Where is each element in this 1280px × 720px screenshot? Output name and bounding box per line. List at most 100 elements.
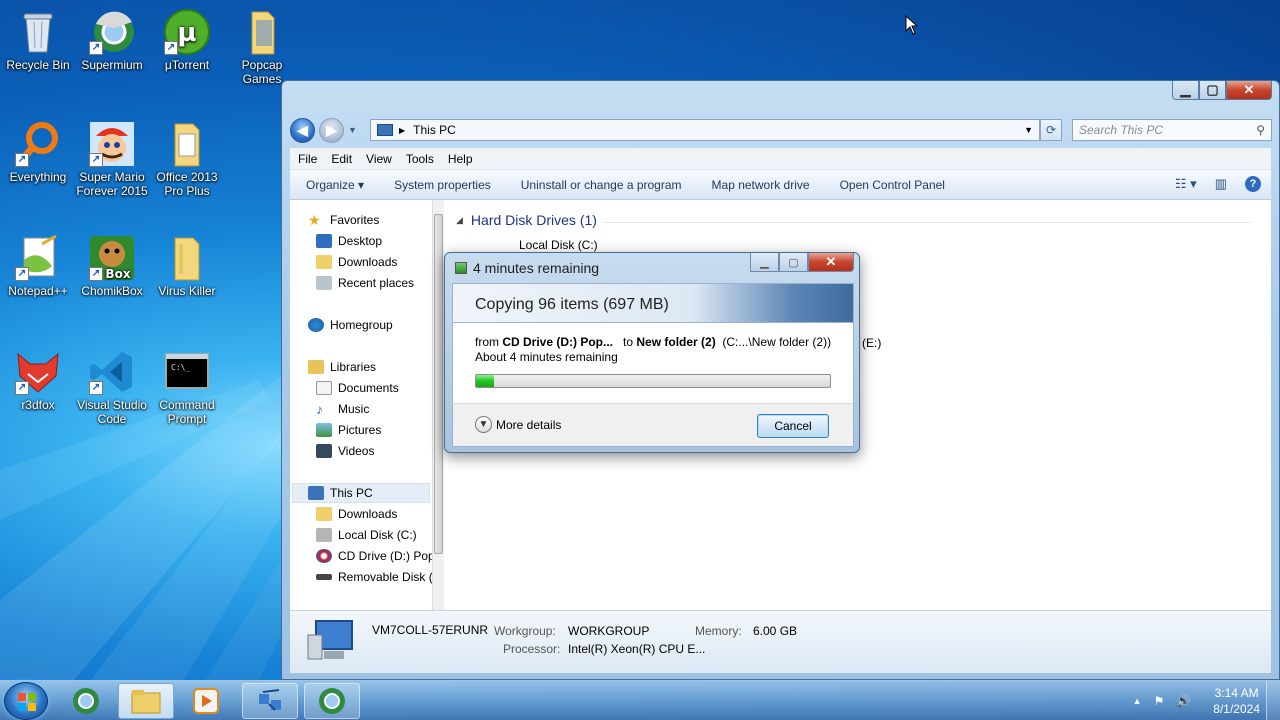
downloads-folder-icon bbox=[316, 507, 332, 521]
supermium-icon bbox=[319, 688, 345, 714]
shortcut-arrow-icon: ↗ bbox=[89, 381, 103, 395]
change-view-icon[interactable]: ☷ ▾ bbox=[1175, 176, 1197, 192]
dialog-maximize-button[interactable]: ▢ bbox=[779, 253, 808, 272]
breadcrumb-chevron-icon[interactable]: ▶ bbox=[399, 126, 405, 135]
details-pane: VM7COLL-57ERUNR Workgroup: WORKGROUP Mem… bbox=[290, 610, 1271, 673]
nav-homegroup[interactable]: Homegroup bbox=[308, 318, 393, 332]
desktop-icon-vscode[interactable]: ↗ Visual Studio Code bbox=[74, 348, 150, 426]
search-placeholder: Search This PC bbox=[1079, 123, 1164, 137]
dialog-minimize-button[interactable]: ▁ bbox=[750, 253, 779, 272]
menu-file[interactable]: File bbox=[298, 152, 317, 166]
menu-bar: File Edit View Tools Help bbox=[290, 148, 1271, 170]
system-properties-button[interactable]: System properties bbox=[394, 178, 491, 192]
nav-local-disk[interactable]: Local Disk (C:) bbox=[316, 528, 417, 542]
uninstall-program-button[interactable]: Uninstall or change a program bbox=[521, 178, 682, 192]
taskbar-media-player[interactable] bbox=[178, 683, 234, 719]
desktop-icon-command-prompt[interactable]: C:\_ Command Prompt bbox=[149, 348, 225, 426]
taskbar-app-network[interactable] bbox=[242, 683, 298, 719]
dialog-caption-buttons: ▁ ▢ ✕ bbox=[750, 253, 854, 272]
desktop-icon-chomikbox[interactable]: Box ↗ ChomikBox bbox=[74, 234, 150, 298]
map-network-drive-button[interactable]: Map network drive bbox=[712, 178, 810, 192]
navigation-pane: ★ Favorites Desktop Downloads Recent plac… bbox=[290, 200, 432, 610]
target-link[interactable]: New folder (2) bbox=[636, 335, 715, 349]
help-icon[interactable]: ? bbox=[1245, 176, 1261, 192]
recent-pages-chevron-icon[interactable]: ▼ bbox=[348, 125, 357, 135]
dialog-close-button[interactable]: ✕ bbox=[808, 253, 854, 272]
drive-local-disk[interactable]: Local Disk (C:) bbox=[519, 238, 598, 252]
cancel-button[interactable]: Cancel bbox=[757, 414, 829, 438]
action-center-flag-icon[interactable]: ⚑ bbox=[1154, 694, 1165, 708]
nav-label: CD Drive (D:) Pop bbox=[338, 549, 432, 563]
forward-button[interactable]: ▶ bbox=[319, 117, 344, 143]
open-control-panel-button[interactable]: Open Control Panel bbox=[840, 178, 945, 192]
show-hidden-icons-icon[interactable]: ▲ bbox=[1133, 696, 1142, 706]
clock[interactable]: 3:14 AM 8/1/2024 bbox=[1213, 685, 1260, 717]
nav-label: Libraries bbox=[330, 360, 377, 374]
start-button[interactable] bbox=[4, 682, 48, 720]
desktop-icon-recycle-bin[interactable]: Recycle Bin bbox=[0, 8, 76, 72]
nav-videos[interactable]: Videos bbox=[316, 444, 374, 458]
everything-search-icon: ↗ bbox=[14, 120, 62, 168]
menu-edit[interactable]: Edit bbox=[331, 152, 352, 166]
desktop-icon-r3dfox[interactable]: ↗ r3dfox bbox=[0, 348, 76, 412]
group-divider bbox=[604, 222, 1251, 223]
mario-icon: ↗ bbox=[88, 120, 136, 168]
desktop-icon-everything[interactable]: ↗ Everything bbox=[0, 120, 76, 184]
nav-this-pc[interactable]: This PC bbox=[308, 486, 373, 500]
folder-icon bbox=[131, 690, 161, 714]
more-details-button[interactable]: ▼ More details bbox=[475, 416, 561, 433]
chomikbox-icon: Box ↗ bbox=[88, 234, 136, 282]
desktop-icon-utorrent[interactable]: µ ↗ μTorrent bbox=[149, 8, 225, 72]
volume-icon[interactable]: 🔊 bbox=[1176, 694, 1191, 708]
desktop-icon-supermium[interactable]: ↗ Supermium bbox=[74, 8, 150, 72]
taskbar-supermium-window[interactable] bbox=[304, 683, 360, 719]
taskbar-explorer[interactable] bbox=[118, 683, 174, 719]
desktop-icon-virus-killer[interactable]: Virus Killer bbox=[149, 234, 225, 298]
nav-scrollbar[interactable] bbox=[432, 200, 444, 610]
desktop-icon-super-mario[interactable]: ↗ Super Mario Forever 2015 bbox=[74, 120, 150, 198]
show-desktop-button[interactable] bbox=[1266, 681, 1280, 720]
back-button[interactable]: ◀ bbox=[290, 117, 315, 143]
nav-libraries[interactable]: Libraries bbox=[308, 360, 376, 374]
source-link[interactable]: CD Drive (D:) Pop... bbox=[502, 335, 613, 349]
nav-downloads[interactable]: Downloads bbox=[316, 255, 397, 269]
menu-help[interactable]: Help bbox=[448, 152, 473, 166]
refresh-button[interactable]: ⟳ bbox=[1040, 119, 1062, 141]
desktop-icon-notepadpp[interactable]: ↗ Notepad++ bbox=[0, 234, 76, 298]
nav-favorites[interactable]: ★ Favorites bbox=[308, 213, 379, 227]
address-dropdown-icon[interactable]: ▼ bbox=[1024, 125, 1033, 135]
nav-desktop[interactable]: Desktop bbox=[316, 234, 382, 248]
preview-pane-icon[interactable]: ▥ bbox=[1215, 176, 1227, 192]
scrollbar-thumb[interactable] bbox=[434, 214, 443, 554]
group-header[interactable]: ◢ Hard Disk Drives (1) bbox=[456, 212, 597, 228]
shortcut-arrow-icon: ↗ bbox=[164, 41, 178, 55]
menu-tools[interactable]: Tools bbox=[406, 152, 434, 166]
cd-drive-icon bbox=[316, 549, 332, 563]
memory-value: 6.00 GB bbox=[753, 624, 798, 638]
minimize-button[interactable]: ▁ bbox=[1172, 81, 1199, 100]
taskbar-supermium[interactable] bbox=[58, 683, 114, 719]
desktop-icon-office-2013[interactable]: Office 2013 Pro Plus bbox=[149, 120, 225, 198]
recent-places-icon bbox=[316, 276, 332, 290]
nav-pc-downloads[interactable]: Downloads bbox=[316, 507, 397, 521]
nav-cd-drive[interactable]: CD Drive (D:) Pop bbox=[316, 549, 432, 563]
maximize-button[interactable]: ▢ bbox=[1199, 81, 1226, 100]
address-bar[interactable]: ▶ This PC ▼ bbox=[370, 119, 1040, 141]
search-input[interactable]: Search This PC ⚲ bbox=[1072, 119, 1272, 141]
organize-button[interactable]: Organize ▾ bbox=[306, 178, 364, 192]
close-button[interactable]: ✕ bbox=[1226, 81, 1272, 100]
nav-pictures[interactable]: Pictures bbox=[316, 423, 381, 437]
desktop-icon-popcap-games[interactable]: Popcap Games bbox=[224, 8, 300, 86]
nav-recent-places[interactable]: Recent places bbox=[316, 276, 414, 290]
copy-progress-dialog[interactable]: 4 minutes remaining ▁ ▢ ✕ Copying 96 ite… bbox=[444, 252, 860, 453]
nav-removable-disk[interactable]: Removable Disk ( bbox=[316, 570, 432, 584]
nav-music[interactable]: ♪ Music bbox=[316, 402, 369, 416]
nav-documents[interactable]: Documents bbox=[316, 381, 399, 395]
drive-e-partial[interactable]: (E:) bbox=[862, 336, 881, 350]
supermium-icon bbox=[73, 688, 99, 714]
menu-view[interactable]: View bbox=[366, 152, 392, 166]
nav-label: Documents bbox=[338, 381, 399, 395]
breadcrumb[interactable]: This PC bbox=[413, 123, 456, 137]
computer-icon bbox=[307, 620, 353, 660]
desktop-icon-label: Virus Killer bbox=[158, 284, 216, 298]
